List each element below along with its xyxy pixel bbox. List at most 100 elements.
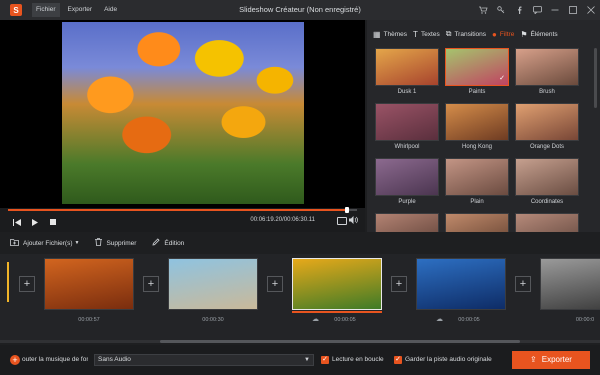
- progress-bar[interactable]: [8, 207, 357, 213]
- timeline-clip[interactable]: ☁ 00:00:05: [416, 258, 506, 323]
- add-music-label[interactable]: outer la musique de fond: [22, 356, 88, 363]
- filter-label: Hong Kong: [461, 144, 493, 150]
- skip-back-button[interactable]: [12, 217, 22, 227]
- tab-elements[interactable]: ⚑ Éléments: [514, 26, 557, 42]
- filter-label: Orange Dots: [529, 144, 565, 150]
- add-clip-button[interactable]: +: [515, 276, 531, 292]
- add-files-button[interactable]: Ajouter Fichier(s) ▼: [10, 238, 80, 248]
- edit-label: Édition: [164, 239, 185, 247]
- tab-filter[interactable]: ● Filtre: [486, 26, 514, 42]
- snapshot-icon[interactable]: [337, 217, 347, 225]
- filter-item[interactable]: ✓ Paints: [445, 48, 509, 95]
- themes-icon: ▦: [373, 29, 381, 39]
- export-button[interactable]: ⇪ Exporter: [512, 351, 590, 369]
- filter-label: Dusk 1: [397, 89, 417, 95]
- chat-icon[interactable]: [528, 0, 546, 20]
- minimize-icon[interactable]: [546, 0, 564, 20]
- filter-item[interactable]: [515, 213, 579, 232]
- timeline-clip[interactable]: 00:00:30: [168, 258, 258, 323]
- dropdown-arrow-icon: ▼: [74, 240, 80, 246]
- filter-item[interactable]: Hong Kong: [445, 103, 509, 150]
- preview-image: [62, 22, 304, 204]
- filter-item[interactable]: [375, 213, 439, 232]
- clip-thumbnail[interactable]: [416, 258, 506, 310]
- filter-item[interactable]: Whirlpool: [375, 103, 439, 150]
- stop-button[interactable]: [48, 217, 58, 227]
- add-clip-button[interactable]: +: [267, 276, 283, 292]
- filter-item[interactable]: Dusk 1: [375, 48, 439, 95]
- timeline-scrollbar[interactable]: [0, 340, 600, 343]
- playhead-marker[interactable]: [7, 262, 9, 302]
- filter-item[interactable]: Plain: [445, 158, 509, 205]
- tab-label: Filtre: [499, 30, 515, 38]
- clip-thumbnail[interactable]: [292, 258, 382, 310]
- clip-duration: 00:00:30: [202, 317, 224, 323]
- restore-icon[interactable]: [564, 0, 582, 20]
- clip-thumbnail[interactable]: [44, 258, 134, 310]
- filter-item[interactable]: Orange Dots: [515, 103, 579, 150]
- timeline-scroll-thumb[interactable]: [160, 340, 520, 343]
- clip-duration: 00:00:0: [575, 317, 595, 323]
- delete-label: Supprimer: [106, 239, 137, 247]
- bottom-bar: + outer la musique de fond Sans Audio ▼ …: [0, 345, 600, 375]
- close-icon[interactable]: [582, 0, 600, 20]
- add-files-label: Ajouter Fichier(s): [23, 239, 73, 247]
- delete-button[interactable]: Supprimer: [95, 238, 136, 248]
- menu-exporter[interactable]: Exporter: [64, 3, 97, 17]
- add-clip-button[interactable]: +: [143, 276, 159, 292]
- loop-label: Lecture en boucle: [332, 356, 384, 363]
- filter-label: Whirlpool: [394, 144, 420, 150]
- menu-aide[interactable]: Aide: [100, 3, 121, 17]
- filter-item[interactable]: Purple: [375, 158, 439, 205]
- filter-thumbnail[interactable]: ✓: [445, 48, 509, 86]
- filter-thumbnail[interactable]: [375, 158, 439, 196]
- timeline-clip[interactable]: 00:00:57: [44, 258, 134, 323]
- loop-checkbox[interactable]: ✓: [321, 356, 329, 364]
- edit-icon: [152, 238, 160, 248]
- filter-thumbnail[interactable]: [375, 103, 439, 141]
- filter-thumbnail[interactable]: [375, 48, 439, 86]
- tab-label: Éléments: [530, 30, 558, 38]
- progress-knob[interactable]: [344, 207, 349, 213]
- key-icon[interactable]: [492, 0, 510, 20]
- tab-transitions[interactable]: ⧉ Transitions: [440, 26, 486, 42]
- folder-add-icon: [10, 238, 19, 248]
- facebook-icon[interactable]: [510, 0, 528, 20]
- filter-item[interactable]: [445, 213, 509, 232]
- filter-item[interactable]: Coordinates: [515, 158, 579, 205]
- volume-icon[interactable]: [349, 216, 358, 226]
- elements-icon: ⚑: [520, 29, 528, 39]
- clip-thumbnail[interactable]: [168, 258, 258, 310]
- edit-button[interactable]: Édition: [152, 238, 184, 248]
- filter-thumbnail[interactable]: [445, 103, 509, 141]
- filter-thumbnail[interactable]: [445, 158, 509, 196]
- title-bar: S Fichier Exporter Aide Slideshow Créate…: [0, 0, 600, 20]
- transitions-icon: ⧉: [445, 29, 452, 38]
- timeline-toolbar: Ajouter Fichier(s) ▼ Supprimer Édition: [0, 232, 600, 254]
- tab-texts[interactable]: T Textes: [407, 26, 440, 42]
- tab-label: Thèmes: [383, 30, 408, 38]
- video-preview: [0, 20, 365, 208]
- filter-thumbnail[interactable]: [515, 48, 579, 86]
- play-button[interactable]: [30, 217, 40, 227]
- filter-thumbnail[interactable]: [515, 158, 579, 196]
- cart-icon[interactable]: [474, 0, 492, 20]
- menu-fichier[interactable]: Fichier: [32, 3, 60, 17]
- timecode: 00:06:19.20/00:06:30.11: [250, 217, 315, 223]
- add-music-icon[interactable]: +: [10, 355, 20, 365]
- audio-select[interactable]: Sans Audio ▼: [94, 354, 314, 366]
- filter-thumbnail[interactable]: [375, 213, 439, 232]
- filter-thumbnail[interactable]: [445, 213, 509, 232]
- timeline-clip[interactable]: ☁ 00:00:05: [292, 258, 382, 323]
- export-label: Exporter: [541, 355, 572, 364]
- add-clip-button[interactable]: +: [391, 276, 407, 292]
- tab-themes[interactable]: ▦ Thèmes: [367, 26, 407, 42]
- filter-thumbnail[interactable]: [515, 103, 579, 141]
- clip-thumbnail[interactable]: [540, 258, 600, 310]
- add-clip-button[interactable]: +: [19, 276, 35, 292]
- timeline-clip[interactable]: 00:00:0: [540, 258, 600, 323]
- filter-item[interactable]: Brush: [515, 48, 579, 95]
- filter-thumbnail[interactable]: [515, 213, 579, 232]
- keep-audio-checkbox[interactable]: ✓: [394, 356, 402, 364]
- panel-scrollbar[interactable]: [594, 48, 597, 108]
